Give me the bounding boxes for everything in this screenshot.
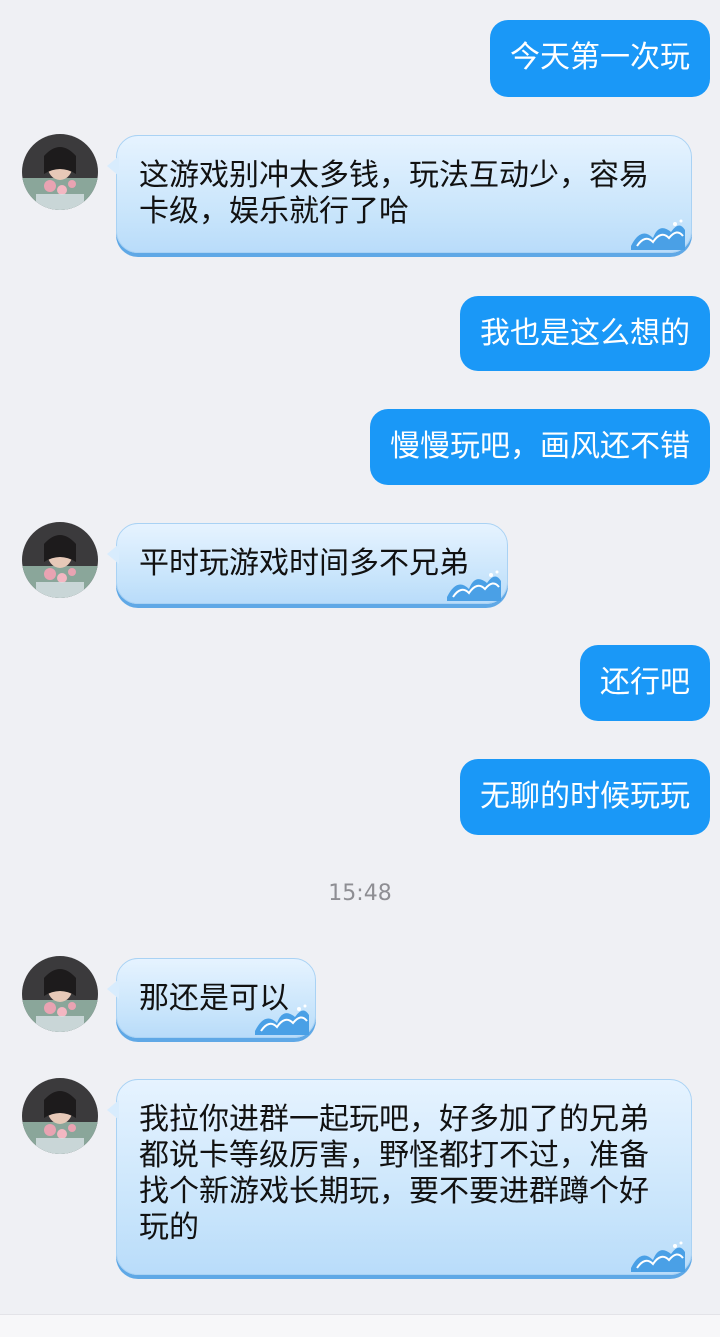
outgoing-message-bubble[interactable]: 今天第一次玩 bbox=[490, 20, 710, 97]
incoming-message-bubble[interactable]: 那还是可以 bbox=[107, 958, 316, 1038]
bubble-tail bbox=[107, 544, 119, 564]
message-text: 无聊的时候玩玩 bbox=[480, 779, 690, 814]
bubble-tail bbox=[107, 979, 119, 999]
incoming-message-bubble[interactable]: 我拉你进群一起玩吧，好多加了的兄弟 都说卡等级厉害，野怪都打不过，准备 找个新游… bbox=[107, 1079, 692, 1275]
outgoing-message-bubble[interactable]: 还行吧 bbox=[580, 645, 710, 721]
wave-icon bbox=[447, 570, 501, 601]
contact-avatar[interactable] bbox=[22, 522, 98, 598]
incoming-message-bubble[interactable]: 平时玩游戏时间多不兄弟 bbox=[107, 523, 508, 604]
bubble-tail bbox=[107, 1100, 119, 1120]
contact-avatar[interactable] bbox=[22, 1078, 98, 1154]
wave-icon bbox=[255, 1004, 309, 1035]
contact-avatar[interactable] bbox=[22, 956, 98, 1032]
outgoing-message-bubble[interactable]: 无聊的时候玩玩 bbox=[460, 759, 710, 835]
avatar-image bbox=[22, 956, 98, 1032]
avatar-image bbox=[22, 134, 98, 210]
message-text: 平时玩游戏时间多不兄弟 bbox=[139, 546, 469, 581]
chat-message-list[interactable]: 今天第一次玩 这游戏别冲太多钱，玩法互动少，容易 卡级，娱乐就行了哈 我也是这么… bbox=[0, 0, 720, 1337]
outgoing-message-bubble[interactable]: 我也是这么想的 bbox=[460, 296, 710, 371]
bubble-tail bbox=[107, 156, 119, 176]
message-text: 我拉你进群一起玩吧，好多加了的兄弟 都说卡等级厉害，野怪都打不过，准备 找个新游… bbox=[139, 1102, 649, 1245]
message-text: 我也是这么想的 bbox=[480, 316, 690, 351]
message-text: 还行吧 bbox=[600, 665, 690, 700]
input-bar-edge bbox=[0, 1314, 720, 1337]
message-text: 慢慢玩吧，画风还不错 bbox=[390, 429, 690, 464]
avatar-image bbox=[22, 522, 98, 598]
contact-avatar[interactable] bbox=[22, 134, 98, 210]
message-text: 这游戏别冲太多钱，玩法互动少，容易 卡级，娱乐就行了哈 bbox=[139, 158, 649, 229]
avatar-image bbox=[22, 1078, 98, 1154]
wave-icon bbox=[631, 219, 685, 250]
message-text: 今天第一次玩 bbox=[510, 40, 690, 75]
wave-icon bbox=[631, 1241, 685, 1272]
outgoing-message-bubble[interactable]: 慢慢玩吧，画风还不错 bbox=[370, 409, 710, 485]
incoming-message-bubble[interactable]: 这游戏别冲太多钱，玩法互动少，容易 卡级，娱乐就行了哈 bbox=[107, 135, 692, 253]
timestamp: 15:48 bbox=[328, 881, 392, 906]
